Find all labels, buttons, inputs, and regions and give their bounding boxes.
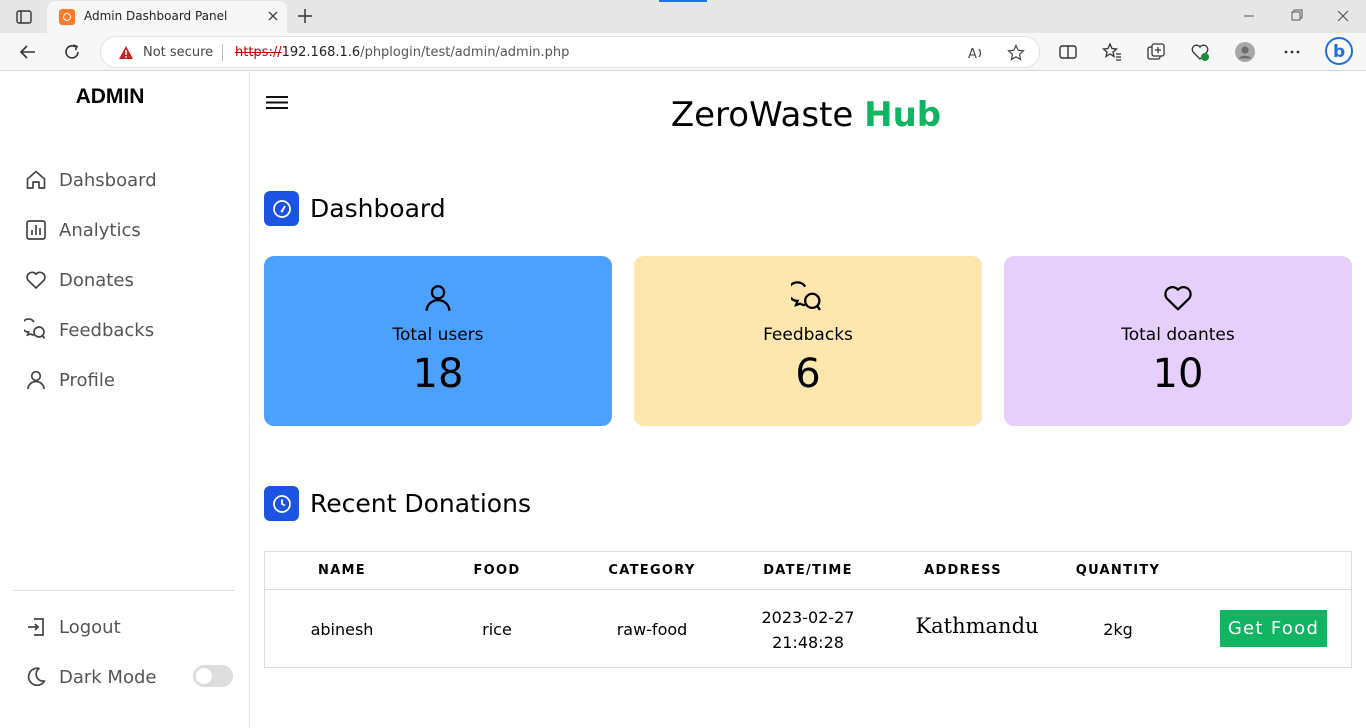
url-path: /phplogin/test/admin/admin.php [360,45,570,60]
cell-time: 21:48:28 [772,633,844,652]
donations-table: NAME FOOD CATEGORY DATE/TIME ADDRESS QUA… [264,551,1352,668]
cell-quantity: 2kg [1103,620,1133,639]
new-tab-icon[interactable] [295,6,315,26]
column-header: DATE/TIME [763,563,853,578]
more-options-icon[interactable] [1281,41,1303,63]
cell-address: Kathmandu [915,614,1039,638]
browser-toolbar: Not secure https://192.168.1.6/phplogin/… [0,33,1366,71]
home-icon [26,170,46,189]
table-header: NAME FOOD CATEGORY DATE/TIME ADDRESS QUA… [265,552,1351,590]
sidebar-item-label: Analytics [59,219,141,241]
sidebar-item-profile[interactable]: Profile [24,365,115,395]
url-divider [222,44,223,61]
url-text[interactable]: https://192.168.1.6/phplogin/test/admin/… [235,45,569,60]
moon-icon [27,667,46,687]
feedbacks-card: Feedbacks 6 [634,256,982,426]
minimize-icon[interactable] [1237,6,1261,26]
profile-avatar-icon[interactable] [1234,41,1256,63]
column-header: FOOD [473,563,521,578]
address-bar[interactable]: Not secure https://192.168.1.6/phplogin/… [100,36,1040,68]
sidebar-item-label: Feedbacks [59,319,155,341]
total-users-card: Total users 18 [264,256,612,426]
recent-donations-title: Recent Donations [310,489,531,518]
card-label: Feedbacks [763,325,853,345]
dashboard-title: Dashboard [310,194,446,223]
logout-button[interactable]: Logout [24,612,121,642]
dashboard-heading: Dashboard [264,191,446,226]
close-tab-icon[interactable] [265,8,281,24]
sidebar-divider [14,590,235,591]
column-header: NAME [318,563,366,578]
analytics-icon [26,220,46,240]
sidebar-title: ADMIN [75,85,145,108]
browser-tab-bar: Admin Dashboard Panel [0,0,1366,33]
sidebar-item-donates[interactable]: Donates [24,265,134,295]
tab-actions-icon[interactable] [10,6,38,28]
dark-mode-label: Dark Mode [59,666,157,688]
dark-mode-item[interactable]: Dark Mode [24,662,156,692]
dark-mode-toggle[interactable] [193,665,233,687]
url-host: 192.168.1.6 [281,45,361,60]
favorites-icon[interactable] [1101,41,1123,63]
main-content: ZeroWaste Hub Dashboard Total users 18 F… [250,71,1366,728]
card-value: 18 [412,351,464,397]
svg-text:b: b [1333,42,1345,62]
clock-icon [264,486,299,521]
card-value: 10 [1152,351,1204,397]
column-header: QUANTITY [1075,563,1161,578]
restore-icon[interactable] [1284,6,1308,26]
column-header: CATEGORY [608,563,696,578]
cell-date: 2023-02-27 [761,608,855,627]
card-label: Total users [392,325,484,345]
warning-icon [118,45,134,60]
heart-icon [26,271,46,289]
recent-donations-heading: Recent Donations [264,486,531,521]
chat-icon [24,318,46,339]
sidebar-item-dashboard[interactable]: Dahsboard [24,165,157,195]
svg-text:A: A [968,47,977,62]
sidebar-item-label: Profile [59,369,115,391]
sidebar-item-feedbacks[interactable]: Feedbacks [24,315,154,345]
brand-logo: ZeroWaste Hub [250,95,1362,135]
bing-copilot-icon[interactable]: b [1324,36,1354,66]
cell-category: raw-food [616,620,688,639]
card-value: 6 [795,351,821,397]
sidebar-item-label: Dahsboard [59,169,157,191]
heart-icon [1164,285,1192,311]
back-icon[interactable] [17,41,39,63]
collections-icon[interactable] [1145,41,1167,63]
speedometer-icon [264,191,299,226]
brand-accent: Hub [864,95,942,135]
cell-food: rice [482,620,512,639]
refresh-icon[interactable] [61,41,83,63]
user-icon [425,285,451,311]
loading-indicator [659,0,707,2]
logout-label: Logout [59,616,121,638]
get-food-button[interactable]: Get Food [1220,610,1327,647]
url-scheme: https:// [235,45,282,60]
total-donates-card: Total doantes 10 [1004,256,1352,426]
favorite-star-icon[interactable] [1007,44,1025,62]
sidebar-item-label: Donates [59,269,134,291]
read-aloud-icon[interactable]: A [967,44,985,62]
browser-tab[interactable]: Admin Dashboard Panel [47,1,287,33]
brand-main: ZeroWaste [670,95,854,135]
user-icon [27,370,45,390]
cell-name: abinesh [310,620,374,639]
card-label: Total doantes [1121,325,1235,345]
tab-title: Admin Dashboard Panel [84,9,228,23]
logout-icon [28,618,44,636]
browser-essentials-icon[interactable] [1189,41,1211,63]
sidebar: ADMIN Dahsboard Analytics Donates Feedba… [0,71,250,728]
chat-icon [791,281,821,311]
split-screen-icon[interactable] [1057,41,1079,63]
security-status[interactable]: Not secure [143,45,213,60]
close-window-icon[interactable] [1331,6,1355,26]
xampp-favicon-icon [59,9,75,25]
column-header: ADDRESS [924,563,1002,578]
sidebar-item-analytics[interactable]: Analytics [24,215,141,245]
